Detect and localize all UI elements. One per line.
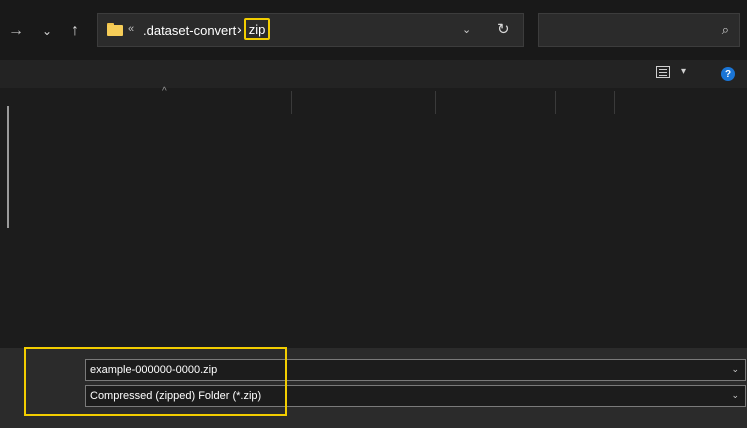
- search-box[interactable]: ⌕: [538, 13, 740, 47]
- arrow-up-icon: ↑: [71, 22, 79, 39]
- file-name-combobox[interactable]: ⌄: [85, 359, 746, 381]
- file-list[interactable]: [0, 88, 747, 348]
- folder-icon: [107, 23, 123, 36]
- column-divider-size[interactable]: [614, 91, 615, 114]
- recent-locations-button[interactable]: ⌄: [36, 20, 58, 42]
- address-bar[interactable]: « .dataset-convert › zip ⌄ ↻: [97, 13, 524, 47]
- view-options-chevron-icon[interactable]: ▾: [681, 66, 686, 77]
- address-history-dropdown-icon[interactable]: ⌄: [462, 23, 471, 36]
- breadcrumb-dataset-convert[interactable]: .dataset-convert: [143, 23, 236, 38]
- chevron-down-icon: ⌄: [41, 24, 53, 38]
- help-label: ?: [724, 68, 732, 80]
- up-button[interactable]: ↑: [64, 20, 86, 42]
- breadcrumb-separator-icon[interactable]: ›: [237, 21, 242, 37]
- sort-ascending-icon: ^: [162, 86, 167, 97]
- details-view-icon[interactable]: [656, 66, 670, 78]
- refresh-icon[interactable]: ↻: [497, 20, 510, 38]
- search-input[interactable]: [545, 20, 709, 42]
- column-divider-type-size[interactable]: [555, 91, 556, 114]
- save-as-type-value: Compressed (zipped) Folder (*.zip): [90, 390, 262, 402]
- breadcrumb-zip[interactable]: zip: [249, 22, 266, 37]
- breadcrumb-zip-highlighted[interactable]: zip: [244, 18, 270, 40]
- navigation-pane-scrollbar[interactable]: [7, 106, 9, 228]
- arrow-right-icon: →: [8, 22, 24, 39]
- command-bar: [0, 60, 747, 88]
- save-as-type-dropdown-icon[interactable]: ⌄: [731, 390, 739, 401]
- file-name-dropdown-icon[interactable]: ⌄: [731, 364, 739, 375]
- help-icon[interactable]: ?: [721, 67, 735, 81]
- column-divider-date-type[interactable]: [435, 91, 436, 114]
- search-icon: ⌕: [721, 22, 729, 37]
- forward-button[interactable]: →: [5, 20, 27, 42]
- column-divider-name-date[interactable]: [291, 91, 292, 114]
- breadcrumb-overflow-button[interactable]: «: [128, 23, 134, 35]
- file-name-input[interactable]: [90, 362, 710, 378]
- save-as-type-select[interactable]: Compressed (zipped) Folder (*.zip) ⌄: [85, 385, 746, 407]
